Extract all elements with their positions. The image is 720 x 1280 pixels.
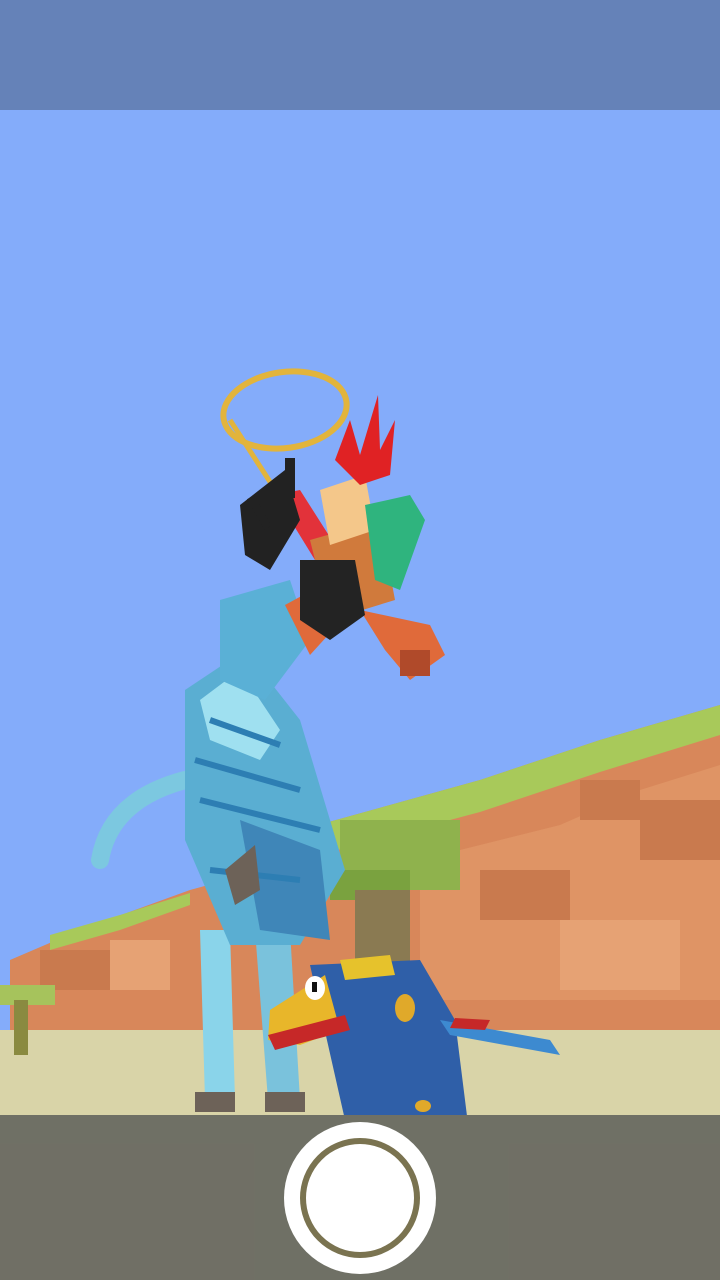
game-scene [0, 110, 720, 1115]
shutter-icon [300, 1138, 420, 1258]
scene-canvas [0, 110, 720, 1115]
top-status-bar [0, 0, 720, 110]
capture-button[interactable] [284, 1122, 436, 1274]
